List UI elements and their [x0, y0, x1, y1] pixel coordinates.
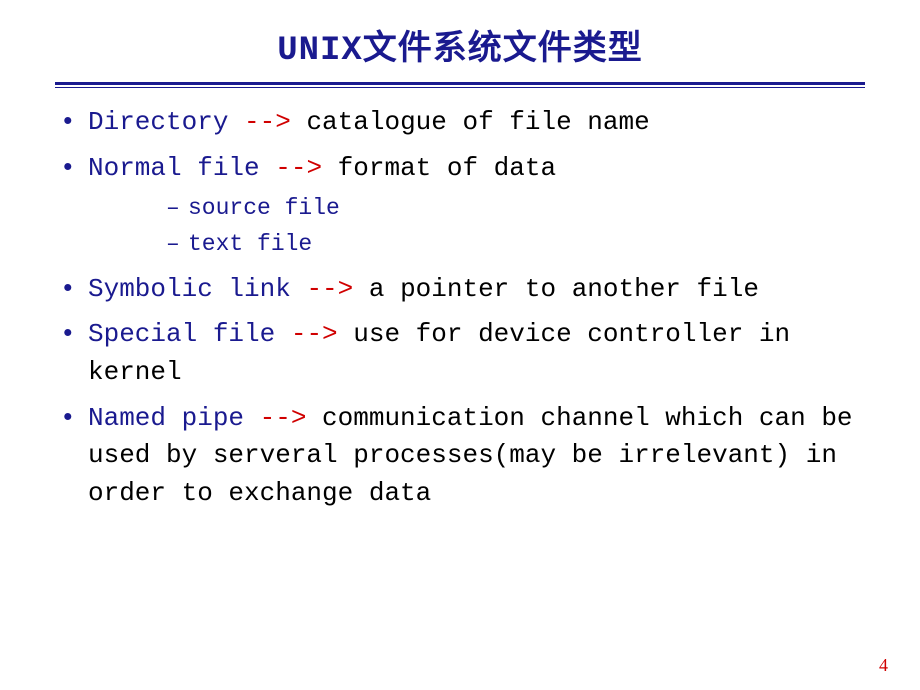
item-term: Directory	[88, 107, 228, 137]
list-item: Normal file --> format of data source fi…	[60, 150, 860, 263]
list-item: Directory --> catalogue of file name	[60, 104, 860, 142]
item-term: Special file	[88, 319, 275, 349]
item-term: Normal file	[88, 153, 260, 183]
slide-content: Directory --> catalogue of file name Nor…	[0, 104, 920, 513]
item-arrow: -->	[260, 153, 338, 183]
item-desc: a pointer to another file	[369, 274, 759, 304]
item-arrow: -->	[275, 319, 353, 349]
item-arrow: -->	[291, 274, 369, 304]
sub-list: source file text file	[88, 191, 860, 262]
sub-item: text file	[88, 227, 860, 263]
item-arrow: -->	[228, 107, 306, 137]
item-term: Symbolic link	[88, 274, 291, 304]
item-desc: format of data	[338, 153, 556, 183]
item-term: Named pipe	[88, 403, 244, 433]
item-arrow: -->	[244, 403, 322, 433]
page-number: 4	[879, 655, 888, 676]
list-item: Special file --> use for device controll…	[60, 316, 860, 391]
title-divider	[55, 82, 865, 88]
list-item: Symbolic link --> a pointer to another f…	[60, 271, 860, 309]
sub-item: source file	[88, 191, 860, 227]
slide: UNIX文件系统文件类型 Directory --> catalogue of …	[0, 0, 920, 690]
item-desc: catalogue of file name	[306, 107, 649, 137]
slide-title: UNIX文件系统文件类型	[0, 20, 920, 70]
list-item: Named pipe --> communication channel whi…	[60, 400, 860, 513]
